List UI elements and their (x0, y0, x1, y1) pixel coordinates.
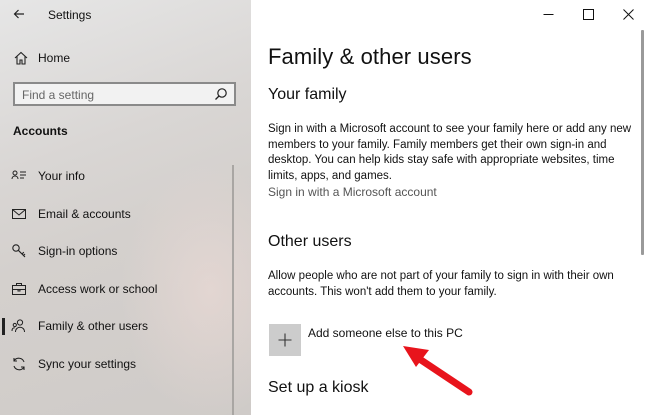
nav-home-label: Home (38, 51, 71, 65)
back-button[interactable] (8, 4, 30, 24)
search-placeholder: Find a setting (22, 88, 95, 102)
sidebar-item-sync-settings[interactable]: Sync your settings (0, 350, 251, 378)
add-user-button[interactable] (269, 324, 301, 356)
sidebar-item-label: Sync your settings (38, 357, 137, 371)
sidebar-item-label: Sign-in options (38, 244, 118, 258)
people-icon (11, 319, 25, 333)
sidebar-item-label: Access work or school (38, 282, 158, 296)
kiosk-heading: Set up a kiosk (268, 379, 369, 396)
section-title: Accounts (13, 124, 68, 138)
other-users-description: Allow people who are not part of your fa… (268, 270, 614, 298)
mail-icon (12, 209, 26, 219)
maximize-button[interactable] (568, 0, 608, 28)
sidebar-item-label: Your info (38, 169, 85, 183)
sidebar-item-email-accounts[interactable]: Email & accounts (0, 200, 251, 228)
app-title: Settings (48, 8, 92, 22)
sidebar-item-your-info[interactable]: Your info (0, 162, 251, 190)
sidebar-scrollbar[interactable] (232, 165, 234, 415)
search-icon (215, 88, 227, 100)
person-card-icon (11, 170, 26, 180)
sidebar-item-sign-in-options[interactable]: Sign-in options (0, 237, 251, 265)
key-icon (12, 244, 26, 258)
your-family-description: Sign in with a Microsoft account to see … (268, 123, 632, 182)
add-user-label[interactable]: Add someone else to this PC (308, 326, 463, 340)
main-scrollbar[interactable] (641, 30, 644, 255)
red-arrow-annotation (403, 346, 473, 396)
minimize-button[interactable] (528, 0, 568, 28)
nav-home[interactable]: Home (0, 46, 251, 70)
other-users-heading: Other users (268, 233, 352, 250)
close-icon (622, 8, 634, 20)
close-button[interactable] (608, 0, 648, 28)
window-controls (528, 0, 648, 28)
plus-icon (278, 333, 292, 347)
home-icon (14, 51, 28, 65)
your-family-heading: Your family (268, 86, 347, 103)
sidebar-item-label: Email & accounts (38, 207, 131, 221)
sync-icon (13, 357, 25, 371)
page-title: Family & other users (268, 44, 472, 69)
back-arrow-icon (13, 9, 24, 19)
minimize-icon (543, 13, 553, 15)
titlebar-left: Settings (0, 0, 251, 28)
search-input[interactable]: Find a setting (13, 82, 236, 106)
sidebar: Settings Home Find a setting Accounts Yo… (0, 0, 251, 415)
sidebar-item-family-other-users[interactable]: Family & other users (0, 312, 251, 340)
sidebar-item-access-work[interactable]: Access work or school (0, 275, 251, 303)
sidebar-item-label: Family & other users (38, 319, 149, 333)
maximize-icon (582, 8, 594, 20)
briefcase-icon (12, 283, 26, 295)
sign-in-microsoft-link[interactable]: Sign in with a Microsoft account (268, 185, 437, 199)
